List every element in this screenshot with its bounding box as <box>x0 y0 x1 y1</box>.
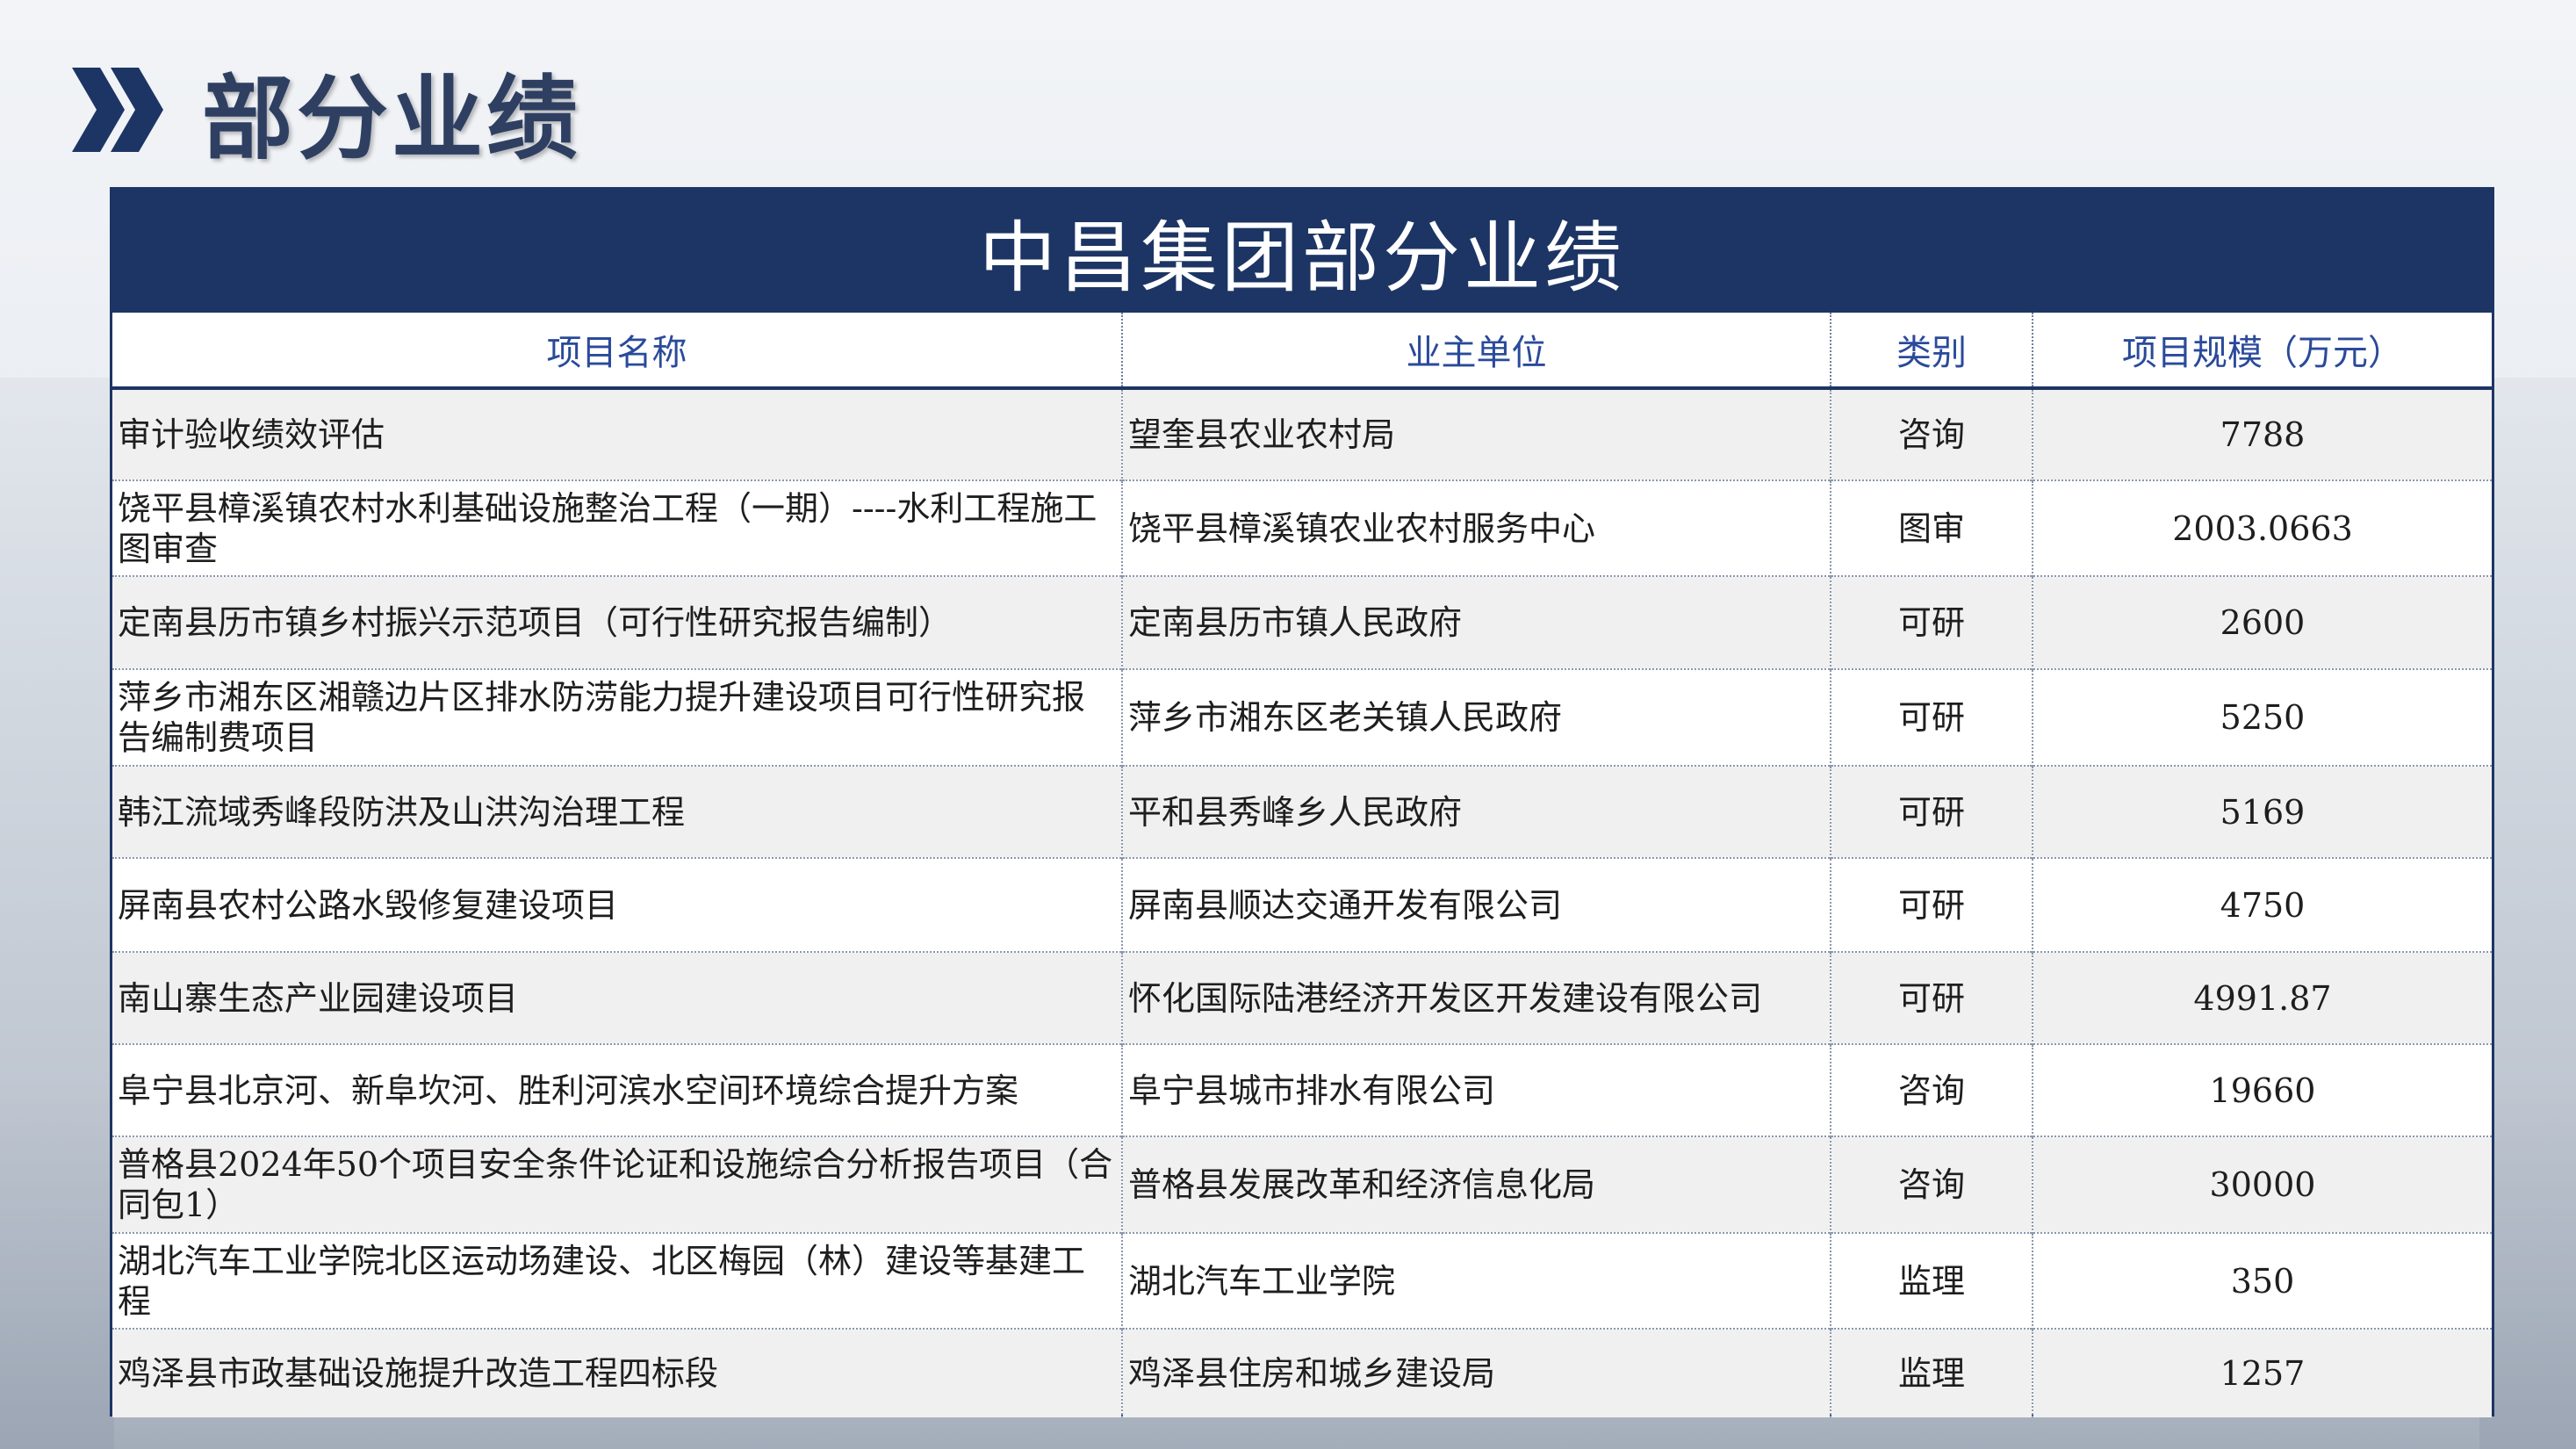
cell-project: 南山寨生态产业园建设项目 <box>112 951 1122 1044</box>
page-header: 部分业绩 <box>70 53 581 172</box>
cell-scale: 4991.87 <box>2032 951 2492 1044</box>
table-title: 中昌集团部分业绩 <box>112 190 2492 313</box>
cell-owner: 萍乡市湘东区老关镇人民政府 <box>1121 668 1831 766</box>
cell-project: 屏南县农村公路水毁修复建设项目 <box>112 857 1122 952</box>
table-row: 南山寨生态产业园建设项目 怀化国际陆港经济开发区开发建设有限公司 可研 4991… <box>112 951 2492 1044</box>
cell-scale: 30000 <box>2032 1135 2492 1233</box>
cell-owner: 阜宁县城市排水有限公司 <box>1121 1043 1831 1136</box>
cell-scale: 19660 <box>2032 1043 2492 1136</box>
cell-category: 图审 <box>1830 479 2033 576</box>
table-row: 审计验收绩效评估 望奎县农业农村局 咨询 7788 <box>112 388 2492 480</box>
cell-owner: 湖北汽车工业学院 <box>1121 1232 1831 1329</box>
column-header-project: 项目名称 <box>112 313 1122 390</box>
cell-scale: 350 <box>2032 1232 2492 1329</box>
cell-scale: 7788 <box>2032 388 2492 480</box>
column-header-category: 类别 <box>1830 313 2033 390</box>
cell-category: 可研 <box>1830 575 2033 669</box>
background-cityscape-left <box>0 378 114 1449</box>
cell-scale: 2600 <box>2032 575 2492 669</box>
table-row: 饶平县樟溪镇农村水利基础设施整治工程（一期）----水利工程施工图审查 饶平县樟… <box>112 479 2492 576</box>
performance-table-panel: 中昌集团部分业绩 项目名称 业主单位 类别 项目规模（万元） 审计验收绩效评估 … <box>110 187 2494 1417</box>
cell-scale: 5169 <box>2032 765 2492 858</box>
cell-owner: 普格县发展改革和经济信息化局 <box>1121 1135 1831 1233</box>
cell-owner: 怀化国际陆港经济开发区开发建设有限公司 <box>1121 951 1831 1044</box>
cell-owner: 鸡泽县住房和城乡建设局 <box>1121 1328 1831 1417</box>
column-header-scale: 项目规模（万元） <box>2032 313 2492 390</box>
cell-owner: 平和县秀峰乡人民政府 <box>1121 765 1831 858</box>
page-title: 部分业绩 <box>202 64 582 172</box>
cell-project: 饶平县樟溪镇农村水利基础设施整治工程（一期）----水利工程施工图审查 <box>112 479 1122 576</box>
cell-project: 审计验收绩效评估 <box>112 388 1122 480</box>
table-row: 阜宁县北京河、新阜坎河、胜利河滨水空间环境综合提升方案 阜宁县城市排水有限公司 … <box>112 1043 2492 1136</box>
cell-project: 阜宁县北京河、新阜坎河、胜利河滨水空间环境综合提升方案 <box>112 1043 1122 1136</box>
cell-category: 咨询 <box>1830 388 2033 480</box>
column-header-owner: 业主单位 <box>1121 313 1831 390</box>
cell-owner: 饶平县樟溪镇农业农村服务中心 <box>1121 479 1831 576</box>
cell-category: 监理 <box>1830 1232 2033 1329</box>
cell-category: 可研 <box>1830 668 2033 766</box>
table-row: 鸡泽县市政基础设施提升改造工程四标段 鸡泽县住房和城乡建设局 监理 1257 <box>112 1328 2492 1417</box>
cell-project: 湖北汽车工业学院北区运动场建设、北区梅园（林）建设等基建工程 <box>112 1232 1122 1329</box>
cell-category: 咨询 <box>1830 1043 2033 1136</box>
performance-table: 项目名称 业主单位 类别 项目规模（万元） 审计验收绩效评估 望奎县农业农村局 … <box>112 313 2492 1417</box>
table-row: 普格县2024年50个项目安全条件论证和设施综合分析报告项目（合同包1） 普格县… <box>112 1135 2492 1233</box>
cell-category: 可研 <box>1830 951 2033 1044</box>
cell-project: 萍乡市湘东区湘赣边片区排水防涝能力提升建设项目可行性研究报告编制费项目 <box>112 668 1122 766</box>
cell-category: 监理 <box>1830 1328 2033 1417</box>
cell-category: 可研 <box>1830 765 2033 858</box>
cell-project: 鸡泽县市政基础设施提升改造工程四标段 <box>112 1328 1122 1417</box>
cell-project: 韩江流域秀峰段防洪及山洪沟治理工程 <box>112 765 1122 858</box>
table-row: 定南县历市镇乡村振兴示范项目（可行性研究报告编制） 定南县历市镇人民政府 可研 … <box>112 575 2492 669</box>
cell-scale: 1257 <box>2032 1328 2492 1417</box>
cell-scale: 4750 <box>2032 857 2492 952</box>
table-row: 湖北汽车工业学院北区运动场建设、北区梅园（林）建设等基建工程 湖北汽车工业学院 … <box>112 1232 2492 1329</box>
cell-owner: 定南县历市镇人民政府 <box>1121 575 1831 669</box>
table-row: 萍乡市湘东区湘赣边片区排水防涝能力提升建设项目可行性研究报告编制费项目 萍乡市湘… <box>112 668 2492 766</box>
cell-scale: 2003.0663 <box>2032 479 2492 576</box>
table-row: 韩江流域秀峰段防洪及山洪沟治理工程 平和县秀峰乡人民政府 可研 5169 <box>112 765 2492 858</box>
cell-project: 定南县历市镇乡村振兴示范项目（可行性研究报告编制） <box>112 575 1122 669</box>
cell-owner: 屏南县顺达交通开发有限公司 <box>1121 857 1831 952</box>
table-header-row: 项目名称 业主单位 类别 项目规模（万元） <box>112 313 2492 390</box>
double-chevron-right-icon <box>70 66 167 154</box>
cell-owner: 望奎县农业农村局 <box>1121 388 1831 480</box>
table-row: 屏南县农村公路水毁修复建设项目 屏南县顺达交通开发有限公司 可研 4750 <box>112 857 2492 952</box>
cell-category: 咨询 <box>1830 1135 2033 1233</box>
cell-category: 可研 <box>1830 857 2033 952</box>
cell-scale: 5250 <box>2032 668 2492 766</box>
cell-project: 普格县2024年50个项目安全条件论证和设施综合分析报告项目（合同包1） <box>112 1135 1122 1233</box>
